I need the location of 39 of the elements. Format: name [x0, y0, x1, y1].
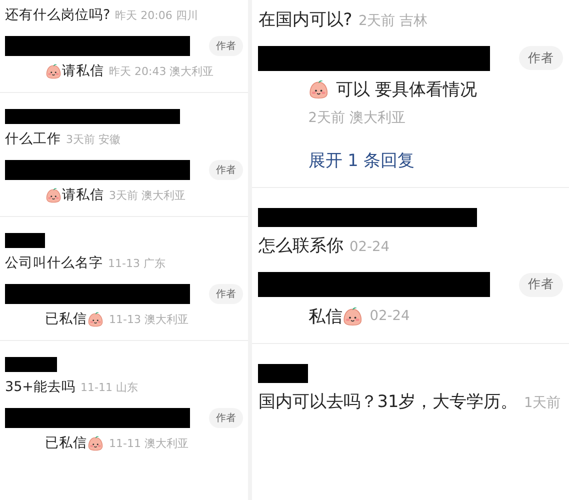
author-badge: 作者 [209, 160, 243, 180]
reply-text: 可以 要具体看情况 [336, 78, 478, 101]
reply-meta: 2天前 澳大利亚 [308, 108, 406, 126]
reply-meta: 02-24 [370, 308, 410, 324]
reply-meta: 昨天 20:43 澳大利亚 [109, 64, 214, 78]
comment-text: 怎么联系你 [258, 234, 344, 258]
author-badge: 作者 [519, 272, 563, 297]
author-badge: 作者 [209, 36, 243, 56]
comment-meta: 11-13 广东 [108, 256, 166, 271]
author-badge: 作者 [209, 284, 243, 304]
emoji-icon [45, 62, 62, 80]
reply-text: 已私信 [45, 310, 87, 328]
reply-text: 私信 [308, 304, 342, 328]
emoji-icon [308, 78, 330, 100]
comment-text: 35+能去吗 [5, 378, 76, 396]
emoji-icon [45, 186, 62, 204]
emoji-icon [87, 434, 104, 452]
comment-meta: 11-11 山东 [80, 380, 138, 395]
comment-meta: 昨天 20:06 四川 [115, 8, 198, 23]
emoji-icon [87, 310, 104, 328]
author-badge: 作者 [209, 408, 243, 428]
reply-text: 请私信 [62, 62, 104, 80]
comment-text: 在国内可以? [258, 8, 352, 30]
reply-meta: 11-11 澳大利亚 [109, 436, 188, 450]
comment-meta: 2天前 吉林 [358, 12, 428, 30]
comment-text: 什么工作 [5, 130, 61, 148]
reply-text: 已私信 [45, 434, 87, 452]
comment-text: 还有什么岗位吗? [5, 6, 110, 24]
comment-meta: 3天前 安徽 [66, 132, 120, 147]
reply-meta: 3天前 澳大利亚 [109, 188, 186, 202]
expand-replies-link[interactable]: 展开 1 条回复 [308, 149, 415, 172]
comment-text: 国内可以去吗？31岁，大专学历。 [258, 390, 518, 413]
author-badge: 作者 [519, 46, 563, 70]
comment-meta: 02-24 [350, 239, 390, 256]
reply-meta: 11-13 澳大利亚 [109, 312, 188, 326]
reply-text: 请私信 [62, 186, 104, 204]
comment-text: 公司叫什么名字 [5, 254, 103, 272]
emoji-icon [342, 306, 364, 327]
comment-meta: 1天前 [524, 394, 561, 412]
